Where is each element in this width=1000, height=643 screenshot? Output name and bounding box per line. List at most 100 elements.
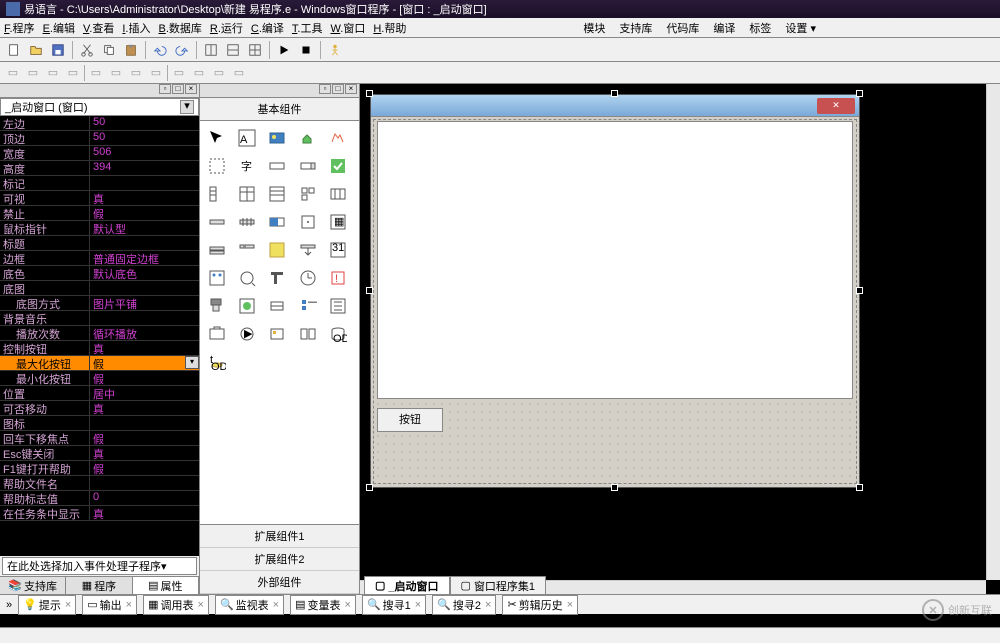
- close-icon[interactable]: ×: [345, 599, 351, 611]
- prop-value[interactable]: 假: [90, 356, 185, 370]
- prop-value[interactable]: [90, 416, 199, 430]
- design-tab[interactable]: ▢_启动窗口: [364, 576, 450, 594]
- design-tab[interactable]: ▢窗口程序集1: [450, 576, 547, 594]
- menu-item[interactable]: C.编译: [251, 20, 284, 36]
- component-item-11[interactable]: [236, 183, 258, 205]
- component-item-25[interactable]: [206, 267, 228, 289]
- component-item-29[interactable]: !: [327, 267, 349, 289]
- bottom-chevron-icon[interactable]: »: [6, 599, 12, 611]
- close-icon[interactable]: ×: [126, 599, 132, 611]
- prop-value[interactable]: [90, 311, 199, 325]
- property-row[interactable]: 最大化按钮假▾: [0, 356, 199, 371]
- handle-w[interactable]: [366, 287, 373, 294]
- dropdown-arrow-icon[interactable]: ▾: [161, 560, 167, 573]
- handle-e[interactable]: [856, 287, 863, 294]
- component-item-13[interactable]: [297, 183, 319, 205]
- property-row[interactable]: 底图方式图片平铺: [0, 296, 199, 311]
- property-row[interactable]: 帮助标志值0: [0, 491, 199, 506]
- menu-item[interactable]: I.插入: [122, 20, 150, 36]
- panel-tab[interactable]: 📚 支持库: [0, 577, 66, 594]
- close-icon[interactable]: ×: [485, 599, 491, 611]
- component-item-32[interactable]: [266, 295, 288, 317]
- ext-button[interactable]: 扩展组件1: [200, 525, 359, 548]
- t2-4[interactable]: ▭: [64, 64, 82, 82]
- property-row[interactable]: F1键打开帮助假: [0, 461, 199, 476]
- prop-value[interactable]: 394: [90, 161, 199, 175]
- menu-item[interactable]: H.帮助: [373, 20, 406, 36]
- menu-item[interactable]: F.程序: [4, 20, 35, 36]
- property-row[interactable]: 背景音乐: [0, 311, 199, 326]
- prop-value[interactable]: 真: [90, 341, 199, 355]
- dropdown-arrow-icon[interactable]: ▾: [185, 356, 199, 369]
- open-icon[interactable]: [26, 40, 46, 60]
- menu-item[interactable]: 标签: [749, 20, 771, 36]
- property-row[interactable]: 高度394: [0, 161, 199, 176]
- t2-10[interactable]: ▭: [190, 64, 208, 82]
- menu-item[interactable]: B.数据库: [158, 20, 201, 36]
- menu-item[interactable]: 模块: [583, 20, 605, 36]
- component-item-18[interactable]: [297, 211, 319, 233]
- redo-icon[interactable]: [172, 40, 192, 60]
- menu-item[interactable]: V.查看: [83, 20, 114, 36]
- prop-value[interactable]: [90, 176, 199, 190]
- bottom-tab[interactable]: ▤ 变量表 ×: [290, 595, 356, 615]
- t2-1[interactable]: ▭: [4, 64, 22, 82]
- stop-icon[interactable]: [296, 40, 316, 60]
- prop-value[interactable]: 普通固定边框: [90, 251, 199, 265]
- prop-value[interactable]: 真: [90, 401, 199, 415]
- form-close-icon[interactable]: ✕: [817, 98, 855, 114]
- bottom-tab[interactable]: ✂ 剪辑历史 ×: [502, 595, 578, 615]
- panel-close-icon[interactable]: ×: [345, 84, 357, 94]
- component-item-1[interactable]: A: [236, 127, 258, 149]
- menu-item[interactable]: 支持库: [619, 20, 652, 36]
- component-item-34[interactable]: [327, 295, 349, 317]
- component-item-10[interactable]: [206, 183, 228, 205]
- component-item-5[interactable]: [206, 155, 228, 177]
- prop-value[interactable]: 居中: [90, 386, 199, 400]
- component-item-6[interactable]: 字: [236, 155, 258, 177]
- property-grid[interactable]: 左边50顶边50宽度506高度394标记可视真禁止假鼠标指针默认型标题边框普通固…: [0, 116, 199, 556]
- component-item-40[interactable]: tODBC: [206, 351, 228, 373]
- property-row[interactable]: 禁止假: [0, 206, 199, 221]
- handle-s[interactable]: [611, 484, 618, 491]
- close-icon[interactable]: ×: [567, 599, 573, 611]
- undo-icon[interactable]: [150, 40, 170, 60]
- menu-item[interactable]: E.编辑: [43, 20, 75, 36]
- form-canvas[interactable]: [377, 121, 853, 399]
- property-row[interactable]: 可视真: [0, 191, 199, 206]
- component-item-30[interactable]: [206, 295, 228, 317]
- property-row[interactable]: 控制按钮真: [0, 341, 199, 356]
- bottom-tab[interactable]: 💡 提示 ×: [18, 595, 76, 615]
- prop-value[interactable]: [90, 281, 199, 295]
- panel-pin-icon[interactable]: □: [332, 84, 344, 94]
- property-row[interactable]: 回车下移焦点假: [0, 431, 199, 446]
- prop-value[interactable]: 默认型: [90, 221, 199, 235]
- t2-3[interactable]: ▭: [44, 64, 62, 82]
- new-icon[interactable]: [4, 40, 24, 60]
- t2-7[interactable]: ▭: [127, 64, 145, 82]
- prop-value[interactable]: 50: [90, 131, 199, 145]
- handle-se[interactable]: [856, 484, 863, 491]
- property-row[interactable]: 在任务条中显示真: [0, 506, 199, 521]
- copy-icon[interactable]: [99, 40, 119, 60]
- runner-icon[interactable]: [325, 40, 345, 60]
- menu-item[interactable]: 编译: [713, 20, 735, 36]
- panel-min-icon[interactable]: ▫: [159, 84, 171, 94]
- prop-value[interactable]: 图片平铺: [90, 296, 199, 310]
- component-item-9[interactable]: [327, 155, 349, 177]
- property-row[interactable]: 底色默认底色: [0, 266, 199, 281]
- component-item-21[interactable]: [236, 239, 258, 261]
- property-row[interactable]: 宽度506: [0, 146, 199, 161]
- menu-item[interactable]: W.窗口: [330, 20, 365, 36]
- component-item-28[interactable]: [297, 267, 319, 289]
- prop-value[interactable]: 默认底色: [90, 266, 199, 280]
- panel-min-icon[interactable]: ▫: [319, 84, 331, 94]
- dropdown-arrow-icon[interactable]: ▾: [180, 100, 194, 114]
- component-item-14[interactable]: [327, 183, 349, 205]
- bottom-tab[interactable]: 🔍 监视表 ×: [215, 595, 284, 615]
- close-icon[interactable]: ×: [65, 599, 71, 611]
- prop-value[interactable]: 假: [90, 206, 199, 220]
- design-button[interactable]: 按钮: [377, 408, 443, 432]
- prop-value[interactable]: 循环播放: [90, 326, 199, 340]
- paste-icon[interactable]: [121, 40, 141, 60]
